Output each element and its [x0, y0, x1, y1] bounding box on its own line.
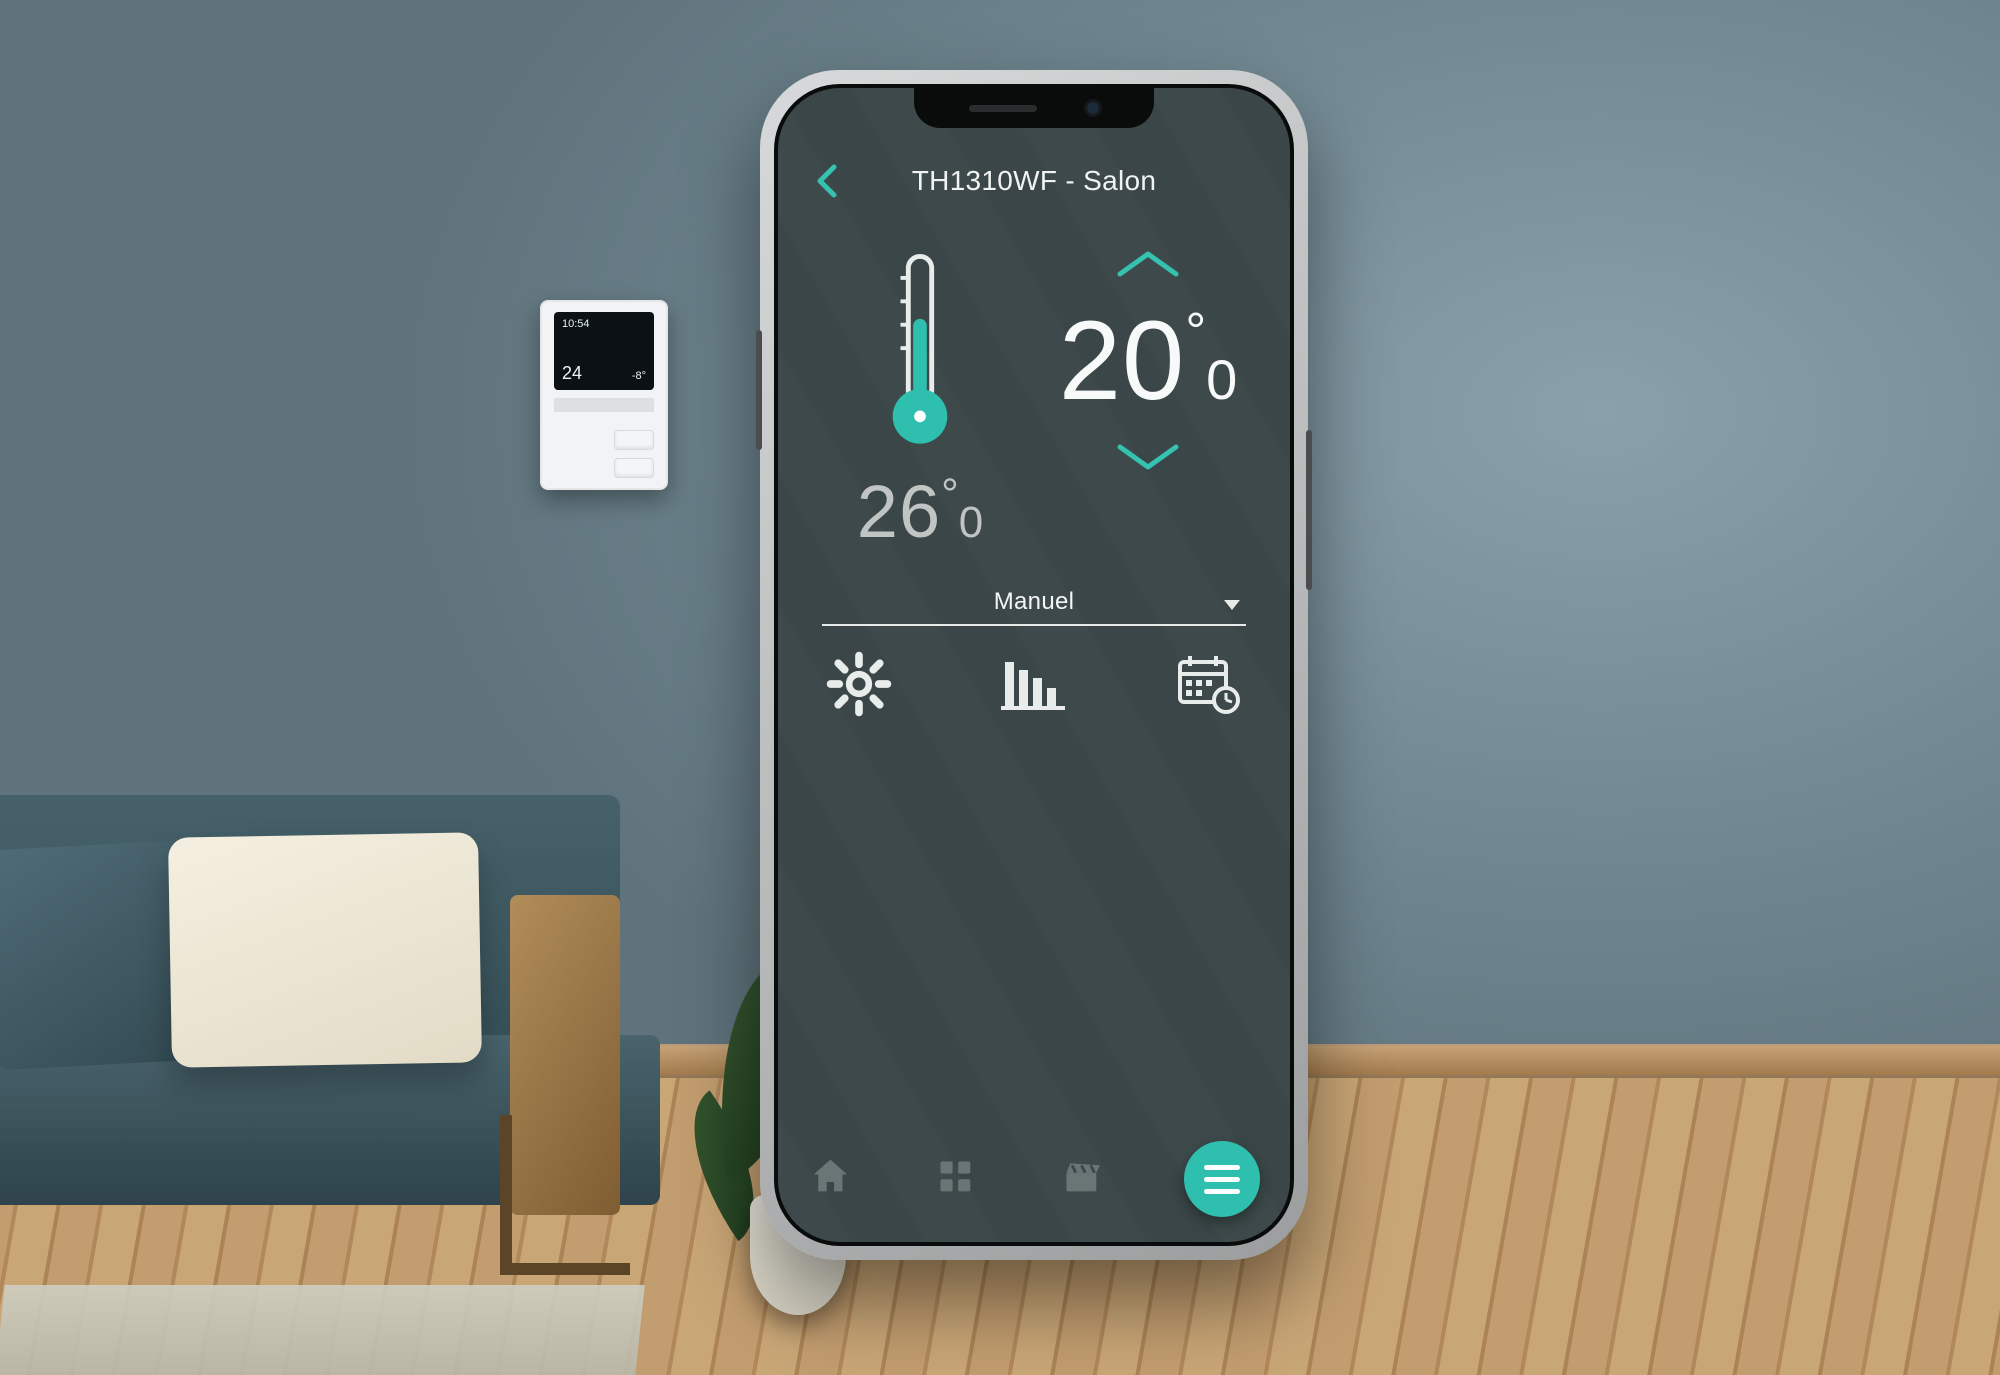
chevron-left-icon — [808, 176, 848, 207]
wall-thermostat-screen: 10:54 24 -8° — [554, 312, 654, 390]
setpoint-whole: 20 — [1059, 296, 1186, 425]
back-button[interactable] — [808, 161, 848, 201]
bar-chart-icon — [999, 652, 1069, 721]
degree-mark: ° — [941, 470, 959, 520]
calendar-clock-icon — [1174, 652, 1244, 721]
increase-setpoint-button[interactable] — [1106, 242, 1190, 286]
mode-label: Manuel — [994, 588, 1075, 616]
nav-home[interactable] — [808, 1151, 864, 1207]
setpoint-decimal: 0 — [1206, 347, 1237, 412]
setpoint-temperature: 20°0 — [1059, 296, 1238, 425]
decrease-setpoint-button[interactable] — [1106, 435, 1190, 479]
app-header: TH1310WF - Salon — [778, 146, 1290, 216]
current-temperature: 26°0 — [857, 469, 983, 554]
wall-down-button[interactable] — [614, 458, 654, 478]
nav-menu[interactable] — [1184, 1141, 1260, 1217]
bottom-nav — [778, 1142, 1290, 1242]
gear-icon — [824, 649, 894, 724]
statistics-button[interactable] — [999, 654, 1069, 718]
nav-scenes[interactable] — [1059, 1151, 1115, 1207]
phone-notch — [914, 88, 1154, 128]
nav-dashboard[interactable] — [933, 1151, 989, 1207]
current-temp-decimal: 0 — [959, 498, 983, 548]
chevron-down-icon — [1106, 466, 1190, 483]
schedule-button[interactable] — [1174, 654, 1244, 718]
chevron-up-icon — [1106, 273, 1190, 290]
page-title: TH1310WF - Salon — [912, 165, 1156, 197]
wall-outside-temp: -8° — [632, 370, 646, 382]
wall-room-temp: 24 — [562, 363, 582, 384]
current-temp-whole: 26 — [857, 469, 941, 554]
caret-down-icon — [1224, 600, 1240, 610]
grid-icon — [933, 1154, 989, 1204]
hamburger-icon — [1204, 1165, 1240, 1194]
sofa — [0, 715, 680, 1275]
wall-thermostat: 10:54 24 -8° — [540, 300, 668, 490]
clapper-icon — [1059, 1154, 1115, 1204]
wall-time: 10:54 — [562, 318, 590, 330]
phone-frame: TH1310WF - Salon — [760, 70, 1308, 1260]
wall-up-button[interactable] — [614, 430, 654, 450]
degree-mark: ° — [1185, 302, 1206, 362]
home-icon — [808, 1154, 864, 1204]
rug — [0, 1285, 645, 1375]
thermometer-icon — [881, 248, 959, 463]
mode-select[interactable]: Manuel — [822, 588, 1246, 626]
settings-button[interactable] — [824, 654, 894, 718]
app-screen: TH1310WF - Salon — [778, 88, 1290, 1242]
